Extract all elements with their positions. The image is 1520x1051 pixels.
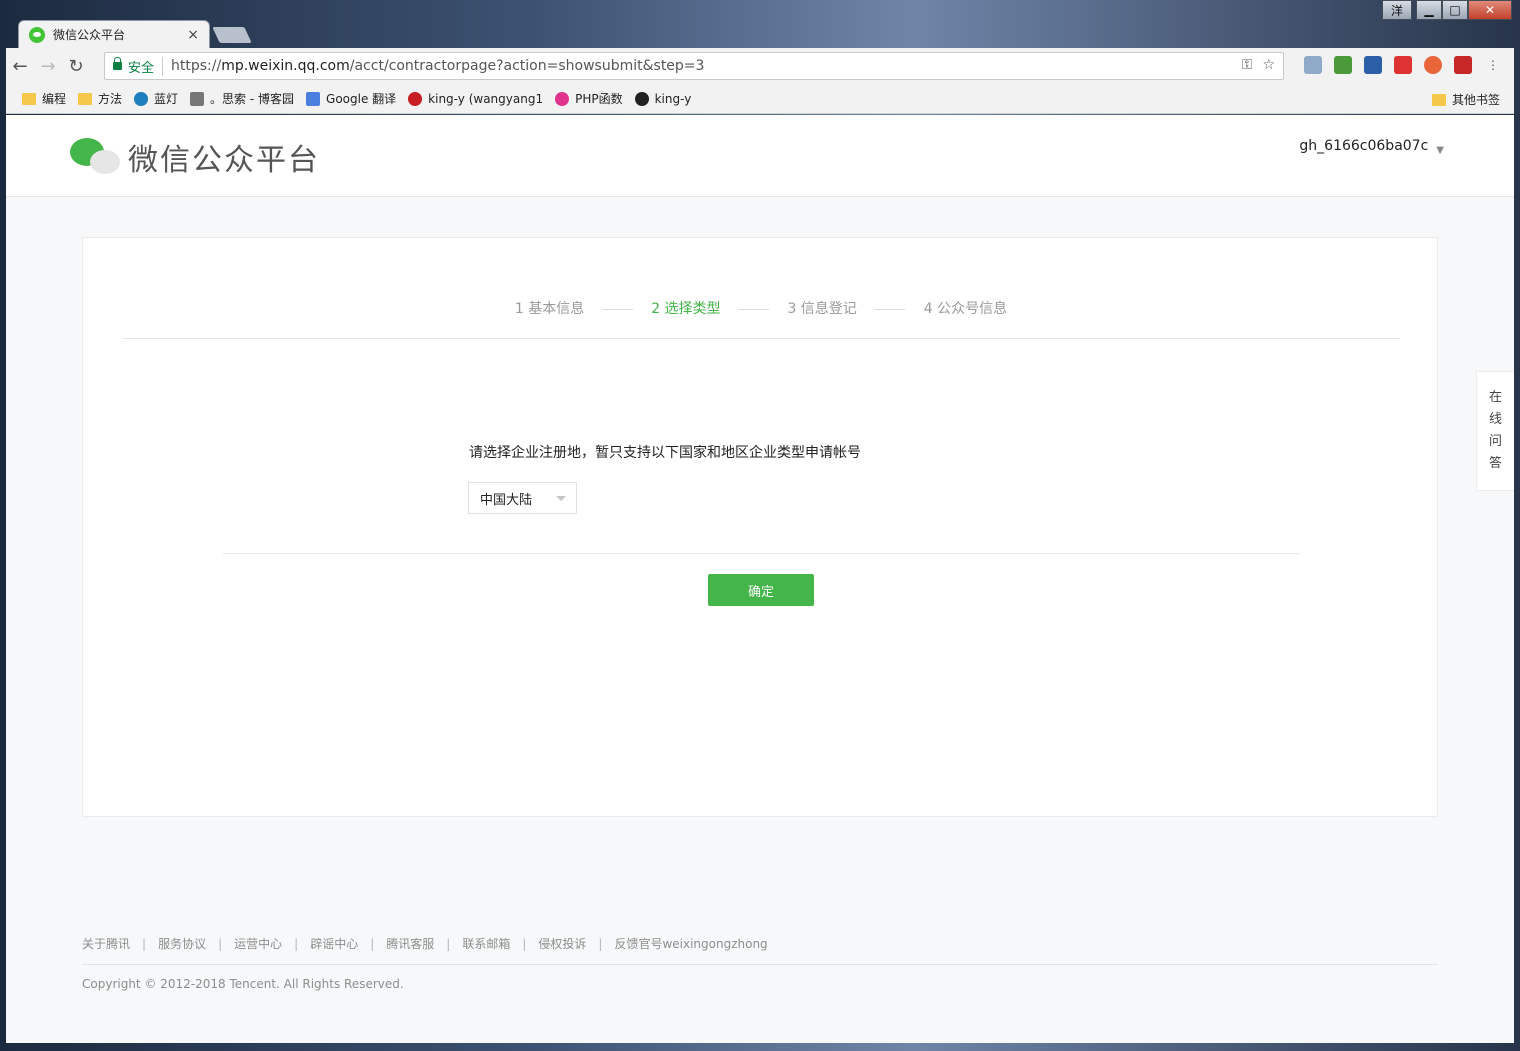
minimize-button[interactable]: ▁	[1416, 0, 1442, 20]
bookmark-item[interactable]: king-y	[634, 91, 691, 106]
key-icon[interactable]: ⚿	[1242, 57, 1253, 73]
github-icon	[634, 91, 649, 106]
footer-link[interactable]: 腾讯客服	[386, 935, 434, 952]
lantern-icon	[134, 91, 149, 106]
step-3: 3 信息登记	[787, 301, 857, 317]
profile-button[interactable]: 洋	[1382, 0, 1412, 20]
back-icon[interactable]: ←	[6, 56, 34, 77]
extensions-area: ⋮	[1304, 56, 1502, 74]
step-4: 4 公众号信息	[923, 301, 1008, 317]
new-tab-button[interactable]	[212, 27, 252, 43]
footer-link[interactable]: 运营中心	[234, 935, 282, 952]
url-host: mp.weixin.qq.com	[221, 58, 350, 74]
bookmark-item[interactable]: Google 翻译	[306, 90, 396, 107]
close-window-button[interactable]: ✕	[1468, 0, 1512, 20]
bookmark-item[interactable]: 编程	[22, 90, 66, 107]
region-selected-value: 中国大陆	[480, 492, 533, 508]
bookmark-star-icon[interactable]: ☆	[1262, 57, 1275, 73]
step-connector	[875, 308, 906, 310]
divider	[123, 338, 1400, 339]
step-connector	[602, 308, 633, 310]
folder-icon	[1431, 93, 1446, 106]
bookmark-item[interactable]: 蓝灯	[134, 90, 178, 107]
url-scheme: https://	[171, 58, 222, 74]
bookmarks-bar: 编程 方法 蓝灯 。思索 - 博客园 Google 翻译 king-y (wan…	[6, 84, 1514, 114]
copyright: Copyright © 2012-2018 Tencent. All Right…	[82, 977, 404, 991]
browser-toolbar: ← → ↻ 安全 https://mp.weixin.qq.com/acct/c…	[6, 48, 1514, 84]
step-indicator: 1 基本信息 2 选择类型 3 信息登记 4 公众号信息	[83, 298, 1439, 318]
extension-fe-icon[interactable]	[1394, 56, 1412, 74]
footer-link[interactable]: 关于腾讯	[82, 935, 130, 952]
wechat-favicon-icon	[29, 26, 45, 43]
step-connector	[739, 308, 769, 310]
folder-icon	[22, 92, 36, 105]
chevron-down-icon	[556, 496, 566, 501]
folder-icon	[78, 92, 93, 105]
tab-close-icon[interactable]: ×	[187, 27, 199, 43]
extension-download-icon[interactable]	[1454, 56, 1472, 74]
footer-link[interactable]: 侵权投诉	[538, 935, 586, 952]
divider	[82, 964, 1438, 965]
site-header: 微信公众平台 gh_6166c06ba07c ▼	[6, 115, 1514, 197]
extension-save-icon[interactable]	[1364, 56, 1382, 74]
forward-icon[interactable]: →	[34, 56, 62, 77]
window-controls: 洋 ▁ □ ✕	[1382, 0, 1512, 20]
cnblogs-icon	[190, 91, 205, 106]
other-bookmarks[interactable]: 其他书签	[1431, 91, 1500, 108]
browser-tab[interactable]: 微信公众平台 ×	[18, 20, 210, 48]
footer-link[interactable]: 联系邮箱	[462, 935, 510, 952]
bookmark-item[interactable]: king-y (wangyang1	[408, 91, 543, 106]
extension-circle-icon[interactable]	[1424, 56, 1442, 74]
wechat-logo-icon	[70, 136, 122, 178]
footer-link[interactable]: 服务协议	[158, 935, 206, 952]
region-prompt: 请选择企业注册地，暂只支持以下国家和地区企业类型申请帐号	[469, 445, 861, 461]
page: 微信公众平台 gh_6166c06ba07c ▼ 1 基本信息 2 选择类型 3…	[6, 115, 1514, 1043]
logo-text: 微信公众平台	[128, 143, 320, 178]
lock-icon	[113, 57, 122, 70]
bookmark-item[interactable]: PHP函数	[555, 90, 623, 107]
footer-link[interactable]: 辟谣中心	[310, 935, 358, 952]
footer-links: 关于腾讯 | 服务协议 | 运营中心 | 辟谣中心 | 腾讯客服 | 联系邮箱 | 侵权投诉…	[82, 935, 768, 952]
register-card: 1 基本信息 2 选择类型 3 信息登记 4 公众号信息 请选择企业注册地，暂只…	[82, 237, 1438, 817]
extension-puzzle-icon[interactable]	[1334, 56, 1352, 74]
online-qa-tab[interactable]: 在 线 问 答	[1476, 371, 1514, 491]
logo[interactable]: 微信公众平台	[70, 135, 320, 179]
step-1: 1 基本信息	[514, 301, 585, 317]
divider	[223, 553, 1300, 554]
secure-label: 安全	[128, 56, 164, 76]
gitee-icon	[408, 91, 423, 106]
reload-icon[interactable]: ↻	[62, 56, 90, 77]
site-footer: 关于腾讯 | 服务协议 | 运营中心 | 辟谣中心 | 腾讯客服 | 联系邮箱 | 侵权投诉…	[82, 935, 1438, 991]
step-2: 2 选择类型	[651, 301, 721, 317]
window-titlebar: 微信公众平台 × 洋 ▁ □ ✕	[0, 0, 1520, 48]
extension-link-icon[interactable]	[1304, 56, 1322, 74]
url-text[interactable]: https://mp.weixin.qq.com/acct/contractor…	[171, 58, 704, 74]
bookmark-item[interactable]: 。思索 - 博客园	[190, 90, 294, 107]
region-select[interactable]: 中国大陆	[468, 482, 577, 514]
tab-title: 微信公众平台	[53, 28, 126, 42]
account-name: gh_6166c06ba07c	[1299, 137, 1429, 154]
php-icon	[555, 91, 570, 106]
google-translate-icon	[306, 91, 321, 106]
url-path: /acct/contractorpage?action=showsubmit&s…	[349, 58, 705, 74]
bookmark-item[interactable]: 方法	[78, 90, 122, 107]
maximize-button[interactable]: □	[1442, 0, 1468, 20]
confirm-button[interactable]: 确定	[708, 574, 814, 606]
footer-link[interactable]: 反馈官号weixingongzhong	[614, 935, 767, 952]
menu-icon[interactable]: ⋮	[1484, 56, 1502, 74]
chevron-down-icon: ▼	[1436, 145, 1444, 156]
account-menu[interactable]: gh_6166c06ba07c ▼	[1299, 135, 1444, 157]
address-bar[interactable]: 安全 https://mp.weixin.qq.com/acct/contrac…	[104, 52, 1284, 80]
